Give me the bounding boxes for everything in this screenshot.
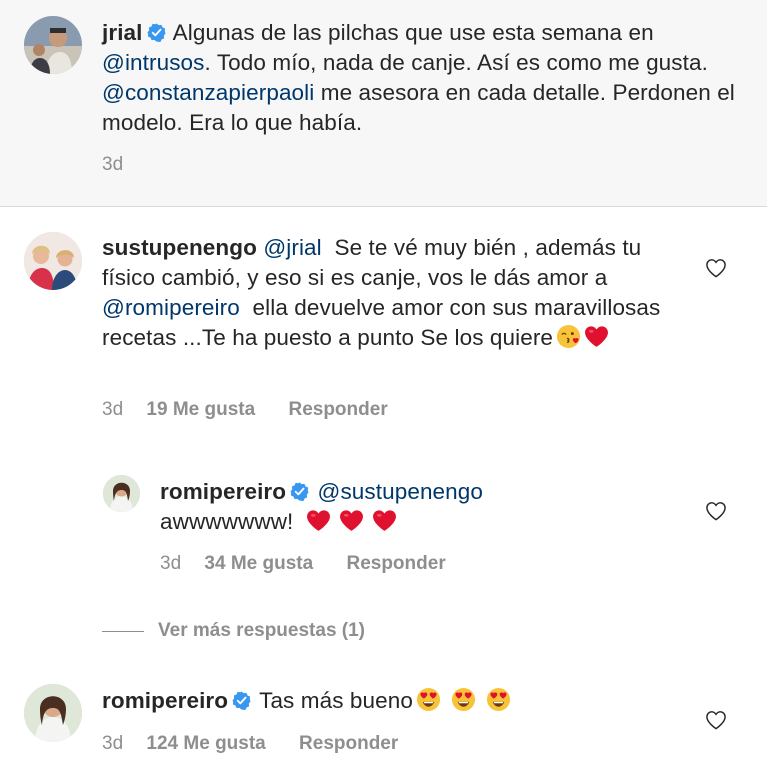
verified-badge-icon [232,691,251,710]
heart-eyes-emoji-icon [451,687,476,712]
avatar-romipereiro-image [24,684,82,742]
reply1-text: romipereiro @sustupenengo awwwwwww! [160,477,700,537]
red-heart-emoji-icon [584,324,609,349]
caption-mention-constanzapierpaoli[interactable]: @constanzapierpaoli [102,80,314,105]
reply1-meta: 3d 34 Me gusta Responder [160,553,446,575]
red-heart-emoji-icon [306,508,331,533]
comment2-time: 3d [102,733,124,754]
reply1-like-heart-icon[interactable] [705,501,727,521]
reply1-text-body: awwwwwww! [160,509,294,534]
more-replies-label: Ver más respuestas (1) [158,620,366,641]
comment1-likes[interactable]: 19 Me gusta [146,399,255,420]
reply1-likes[interactable]: 34 Me gusta [204,553,313,574]
red-heart-emoji-icon [372,508,397,533]
verified-badge-icon [147,23,166,42]
caption-username[interactable]: jrial [102,20,143,45]
heart-eyes-emoji-icon [486,687,511,712]
kiss-emoji-icon [556,324,581,349]
avatar-romipereiro-image [103,475,140,512]
avatar-sustupenengo-image [24,232,82,290]
comment2-username[interactable]: romipereiro [102,688,228,713]
comment2-text-body: Tas más bueno [259,688,413,713]
reply1-time: 3d [160,553,182,574]
avatar-romipereiro[interactable] [24,684,82,742]
reply1-username[interactable]: romipereiro [160,479,286,504]
caption-text-part2: . Todo mío, nada de canje. Así es como m… [204,50,708,75]
comment1-mention-romipereiro[interactable]: @romipereiro [102,295,240,320]
heart-eyes-emoji-icon [416,687,441,712]
caption-mention-intrusos[interactable]: @intrusos [102,50,205,75]
comment2-meta: 3d 124 Me gusta Responder [102,733,398,755]
comment2-likes[interactable]: 124 Me gusta [146,733,265,754]
verified-badge-icon [290,482,309,501]
caption-time: 3d [102,154,124,175]
comment1-time: 3d [102,399,124,420]
reply1-reply-button[interactable]: Responder [346,553,445,574]
comment2-like-heart-icon[interactable] [705,710,727,730]
comment1-meta: 3d 19 Me gusta Responder [102,399,388,421]
comment1-reply-button[interactable]: Responder [288,399,387,420]
caption-meta: 3d [102,154,141,176]
comment1-mention-jrial[interactable]: @jrial [263,235,321,260]
caption-text: jrial Algunas de las pilchas que use est… [102,18,742,138]
avatar-jrial-image [24,16,82,74]
avatar-sustupenengo[interactable] [24,232,82,290]
comment1-like-heart-icon[interactable] [705,258,727,278]
comment2-reply-button[interactable]: Responder [299,733,398,754]
comment1-username[interactable]: sustupenengo [102,235,257,260]
avatar-romipereiro-reply[interactable] [103,475,140,512]
comment2-text: romipereiro Tas más bueno [102,686,682,716]
red-heart-emoji-icon [339,508,364,533]
avatar-jrial[interactable] [24,16,82,74]
comment1-text: sustupenengo @jrial Se te vé muy bién , … [102,233,682,353]
more-replies-divider [102,630,144,632]
view-more-replies-button[interactable]: Ver más respuestas (1) [102,619,365,643]
reply1-mention-sustupenengo[interactable]: @sustupenengo [318,479,484,504]
caption-text-part1: Algunas de las pilchas que use esta sema… [172,20,654,45]
